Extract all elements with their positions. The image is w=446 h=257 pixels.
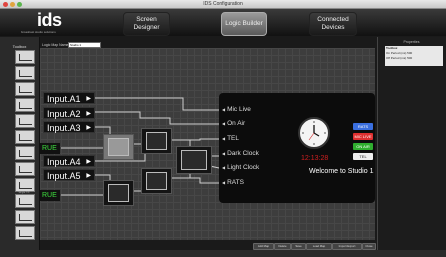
properties-title: Properties: [403, 40, 420, 44]
gate-icon: [146, 172, 167, 190]
output-label: Light Clock: [227, 164, 260, 171]
arrow-right-icon: ▶: [86, 111, 91, 117]
properties-table: Toolbox On Period (ms) 500 Off Period (m…: [385, 46, 443, 66]
output-node[interactable]: ◀ Light Clock: [222, 164, 259, 172]
properties-panel: [377, 37, 446, 250]
logic-gate[interactable]: [141, 128, 172, 154]
arrow-right-icon: ▶: [86, 125, 91, 131]
output-node[interactable]: ◀ On Air: [222, 120, 245, 128]
output-label: Mic Live: [227, 106, 251, 113]
arrow-left-icon: ◀: [222, 165, 226, 170]
gate-icon: [108, 184, 129, 202]
input-node[interactable]: Input.A2 ▶: [43, 107, 95, 119]
footer-button[interactable]: Import Export: [332, 243, 362, 250]
footer-button[interactable]: Close: [362, 243, 376, 250]
output-label: RATS: [227, 179, 244, 186]
status-button[interactable]: RATS: [353, 123, 373, 130]
welcome-message: Welcome to Studio 1: [309, 168, 374, 175]
output-label: Dark Clock: [227, 150, 259, 157]
input-label: Input.A4: [47, 157, 81, 167]
arrow-left-icon: ◀: [222, 151, 226, 156]
input-node[interactable]: Input.A5 ▶: [43, 169, 95, 181]
gate-icon: [108, 138, 129, 156]
digital-clock: 12:13:28: [301, 155, 329, 162]
footer-button[interactable]: Delete: [274, 243, 291, 250]
logic-gate[interactable]: [176, 146, 212, 174]
gate-icon: [181, 150, 207, 170]
footer-button[interactable]: Save: [291, 243, 306, 250]
window-bottom-bar: [0, 250, 446, 257]
output-node[interactable]: ◀ Mic Live: [222, 106, 251, 114]
input-label: Input.A5: [47, 171, 81, 181]
analog-clock-icon: [298, 117, 330, 149]
arrow-left-icon: ◀: [222, 107, 226, 112]
input-label: Input.A3: [47, 123, 81, 133]
arrow-right-icon: ▶: [86, 173, 91, 179]
output-label: TEL: [227, 135, 239, 142]
arrow-right-icon: ▶: [86, 159, 91, 165]
output-node[interactable]: ◀ TEL: [222, 135, 239, 143]
arrow-left-icon: ◀: [222, 121, 226, 126]
output-label: On Air: [227, 120, 246, 127]
input-node[interactable]: Input.A1 ▶: [43, 92, 95, 104]
arrow-left-icon: ◀: [222, 136, 226, 141]
output-node[interactable]: ◀ RATS: [222, 179, 244, 187]
input-label: Input.A1: [47, 94, 81, 104]
true-constant-node[interactable]: RUE: [40, 143, 60, 154]
true-constant-node[interactable]: RUE: [40, 190, 60, 201]
arrow-right-icon: ▶: [86, 96, 91, 102]
footer-button[interactable]: Add Map: [253, 243, 274, 250]
status-button[interactable]: MIC LIVE: [353, 133, 373, 140]
logic-gate[interactable]: [103, 180, 134, 206]
arrow-left-icon: ◀: [222, 180, 226, 185]
logic-gate-selected[interactable]: [103, 134, 134, 160]
properties-row[interactable]: Off Period (ms) 500: [386, 56, 412, 61]
input-node[interactable]: Input.A4 ▶: [43, 155, 95, 167]
status-button[interactable]: ON AIR: [353, 143, 373, 150]
footer-button[interactable]: Load Map: [306, 243, 332, 250]
logic-gate[interactable]: [141, 168, 172, 194]
status-button[interactable]: TEL: [353, 153, 373, 160]
gate-icon: [146, 132, 167, 150]
output-node[interactable]: ◀ Dark Clock: [222, 150, 259, 158]
input-label: Input.A2: [47, 109, 81, 119]
input-node[interactable]: Input.A3 ▶: [43, 121, 95, 133]
